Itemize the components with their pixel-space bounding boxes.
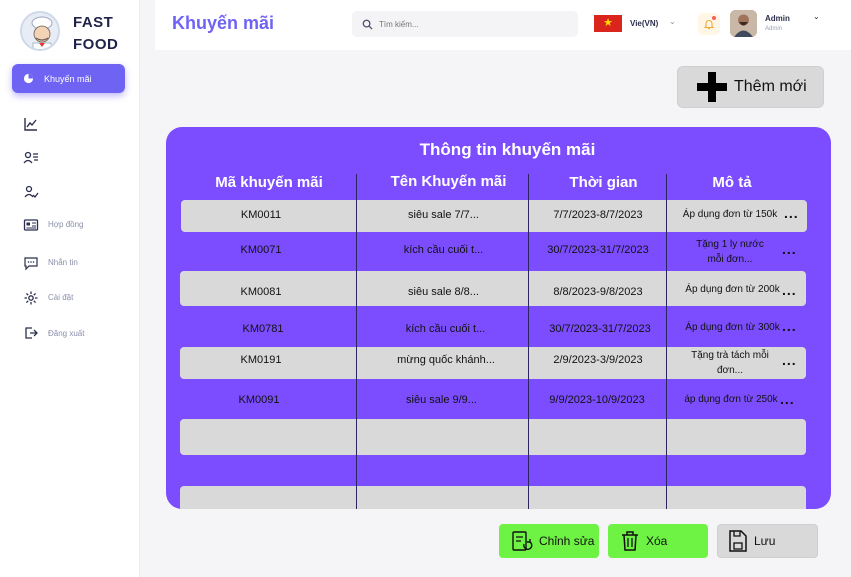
cell-desc: Áp dụng đơn từ 200k: [685, 284, 780, 295]
table-row[interactable]: [180, 419, 806, 455]
message-icon[interactable]: [23, 255, 39, 271]
cell-time: 2/9/2023-3/9/2023: [553, 354, 643, 366]
cell-desc: Áp dụng đơn từ 300k: [685, 322, 780, 333]
column-header-name: Tên Khuyến mãi: [390, 173, 507, 190]
more-options-icon[interactable]: ...: [780, 391, 795, 407]
edit-button[interactable]: Chỉnh sửa: [499, 524, 599, 558]
more-options-icon[interactable]: ...: [784, 205, 799, 221]
pie-chart-icon: [23, 73, 34, 84]
top-header: Khuyến mãi ★ Vie(VN) ⌄ Admin Admin ⌄: [155, 0, 851, 50]
notification-bell-icon[interactable]: [698, 13, 720, 35]
brand-line2: FOOD: [73, 36, 119, 53]
save-label: Lưu: [754, 534, 776, 548]
user-list-icon[interactable]: [23, 150, 39, 166]
edit-label: Chỉnh sửa: [539, 534, 595, 548]
cell-time: 30/7/2023-31/7/2023: [549, 323, 651, 335]
sidebar: FAST FOOD Khuyến mãi Hợp đồng Nhắn tin C…: [0, 0, 140, 577]
cell-name: kích cầu cuối t...: [405, 323, 486, 335]
trash-icon: [622, 531, 638, 551]
chevron-down-icon[interactable]: ⌄: [669, 17, 676, 26]
more-options-icon[interactable]: ...: [782, 282, 797, 298]
notification-dot: [712, 16, 716, 20]
user-name[interactable]: Admin: [765, 14, 790, 23]
cell-name: mừng quốc khánh...: [397, 354, 495, 366]
panel-title: Thông tin khuyến mãi: [419, 140, 596, 159]
vietnam-flag-icon[interactable]: ★: [594, 15, 622, 32]
search-icon: [362, 19, 373, 30]
gear-icon[interactable]: [23, 290, 39, 306]
column-header-time: Thời gian: [569, 174, 638, 191]
cell-desc: áp dụng đơn từ 250k: [684, 394, 778, 405]
search-input[interactable]: [379, 19, 559, 29]
cell-desc-cont: mỗi đơn...: [707, 254, 753, 265]
cell-code: KM0081: [240, 286, 282, 298]
chef-logo-icon: [20, 11, 60, 51]
column-divider: [528, 174, 529, 509]
delete-label: Xóa: [646, 534, 668, 548]
brand-logo: FAST FOOD: [18, 10, 138, 60]
cell-code: KM0011: [240, 209, 282, 221]
cell-code: KM0191: [240, 354, 282, 366]
add-new-button[interactable]: Thêm mới: [677, 66, 824, 108]
sidebar-item-settings[interactable]: Cài đặt: [48, 293, 73, 302]
contract-card-icon[interactable]: [23, 217, 39, 233]
user-menu-chevron-icon[interactable]: ⌄: [813, 12, 820, 21]
avatar[interactable]: [730, 10, 757, 37]
sidebar-item-logout[interactable]: Đăng xuất: [48, 329, 84, 338]
cell-time: 7/7/2023-8/7/2023: [553, 209, 643, 221]
cell-code: KM0091: [238, 394, 280, 406]
cell-time: 8/8/2023-9/8/2023: [553, 286, 643, 298]
column-divider: [356, 174, 357, 509]
table-row[interactable]: [180, 486, 806, 509]
cell-name: siêu sale 9/9...: [406, 394, 477, 406]
save-file-icon: [729, 530, 747, 552]
save-button[interactable]: Lưu: [717, 524, 818, 558]
cell-time: 30/7/2023-31/7/2023: [547, 244, 649, 256]
column-header-code: Mã khuyến mãi: [215, 174, 323, 191]
cell-desc: Áp dụng đơn từ 150k: [682, 209, 778, 220]
logout-icon[interactable]: [23, 325, 39, 341]
user-role: Admin: [765, 26, 783, 32]
promotion-info-panel: Thông tin khuyến mãi Mã khuyến mãi Tên K…: [166, 127, 831, 509]
edit-refresh-icon: [512, 531, 533, 551]
cell-time: 9/9/2023-10/9/2023: [549, 394, 645, 406]
cell-name: siêu sale 7/7...: [408, 209, 479, 221]
cell-name: kích cầu cuối t...: [403, 244, 484, 256]
language-selector[interactable]: Vie(VN): [630, 19, 658, 28]
chart-line-icon[interactable]: [23, 116, 39, 132]
cell-desc: Tặng 1 ly nước: [696, 239, 764, 250]
add-new-label: Thêm mới: [734, 78, 807, 95]
user-check-icon[interactable]: [23, 184, 39, 200]
sidebar-item-label: Khuyến mãi: [44, 73, 92, 84]
column-header-desc: Mô tả: [712, 174, 752, 191]
cell-name: siêu sale 8/8...: [408, 286, 479, 298]
plus-icon: [697, 72, 727, 102]
delete-button[interactable]: Xóa: [608, 524, 708, 558]
more-options-icon[interactable]: ...: [782, 318, 797, 334]
page-title: Khuyến mãi: [172, 13, 275, 33]
sidebar-item-promotions[interactable]: Khuyến mãi: [12, 64, 125, 93]
search-bar[interactable]: [352, 11, 578, 37]
cell-desc-cont: đơn...: [716, 365, 743, 376]
cell-code: KM0071: [240, 244, 282, 256]
more-options-icon[interactable]: ...: [782, 241, 797, 257]
cell-code: KM0781: [242, 323, 284, 335]
sidebar-item-messages[interactable]: Nhắn tin: [48, 258, 78, 267]
more-options-icon[interactable]: ...: [782, 352, 797, 368]
brand-line1: FAST: [73, 14, 114, 31]
cell-desc: Tặng trà tách mỗi: [691, 350, 769, 361]
sidebar-item-contracts[interactable]: Hợp đồng: [48, 220, 84, 229]
column-divider: [666, 174, 667, 509]
